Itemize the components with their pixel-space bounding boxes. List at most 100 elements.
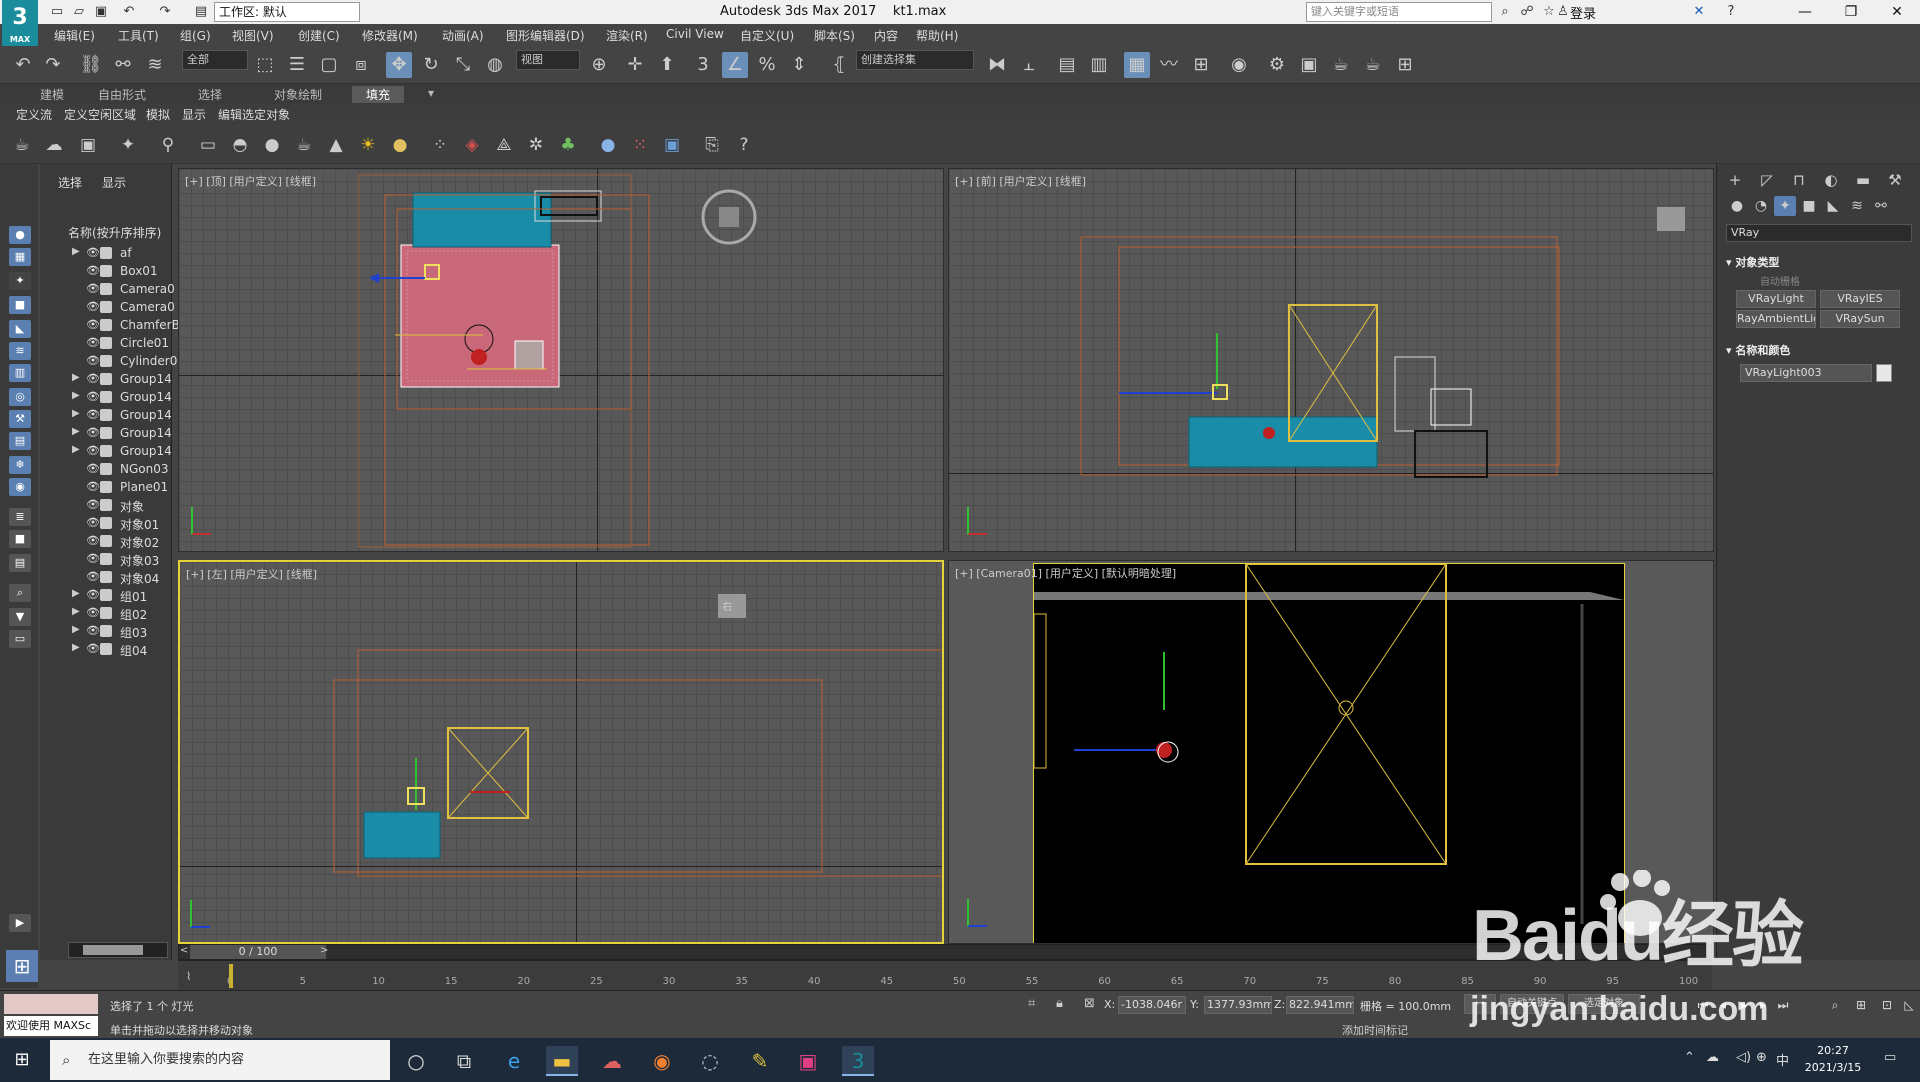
stereo-icon[interactable]: ⟁ <box>492 133 516 157</box>
hierarchy-icon[interactable]: ≣ <box>9 508 31 526</box>
display-containers-icon[interactable]: ▤ <box>9 432 31 450</box>
binoculars-icon[interactable]: ⌕ <box>1496 3 1514 21</box>
question-icon[interactable]: ? <box>732 133 756 157</box>
playhead[interactable] <box>229 964 233 988</box>
taskbar-search-input[interactable]: ⌕ 在这里输入你要搜索的内容 <box>50 1040 390 1080</box>
proxy-icon[interactable]: ◈ <box>460 133 484 157</box>
visibility-eye-icon[interactable]: 👁︎ <box>86 624 100 637</box>
visibility-eye-icon[interactable]: 👁︎ <box>86 282 100 295</box>
ie-icon[interactable]: ◌ <box>694 1046 726 1076</box>
explorer-item[interactable]: 👁︎ Camera0 <box>44 282 175 300</box>
exchange-apps-icon[interactable]: ✕ <box>1690 3 1708 21</box>
viewport-label[interactable]: [+] [Camera01] [用户定义] [默认明暗处理] <box>955 565 1176 581</box>
render-setup-icon[interactable]: ⚙ <box>1264 52 1290 78</box>
workspace-dropdown[interactable]: 工作区: 默认 <box>214 2 360 22</box>
new-file-icon[interactable]: ▭ <box>48 3 66 21</box>
time-slider-prev-icon[interactable]: < <box>180 945 188 956</box>
expand-arrow-icon[interactable]: ▶ <box>72 606 80 617</box>
menu-civil-view[interactable]: Civil View <box>666 27 724 41</box>
menu-customize[interactable]: 自定义(U) <box>740 27 794 44</box>
selection-filter-dropdown[interactable]: 全部 <box>182 50 248 70</box>
explorer-item[interactable]: 👁︎ Cylinder0 <box>44 354 177 372</box>
visibility-eye-icon[interactable]: 👁︎ <box>86 408 100 421</box>
visibility-eye-icon[interactable]: 👁︎ <box>86 642 100 655</box>
explorer-item[interactable]: ▶ 👁︎ 组02 <box>44 606 170 624</box>
explorer-scrollbar[interactable] <box>68 942 168 958</box>
sphere-icon[interactable]: ● <box>388 133 412 157</box>
export-icon[interactable]: ⎘ <box>700 133 724 157</box>
tab-freeform[interactable]: 自由形式 <box>98 86 146 103</box>
display-helpers-icon[interactable]: ◣ <box>9 320 31 338</box>
align-icon[interactable]: ⫠ <box>1016 52 1042 78</box>
systems-icon[interactable]: ⚯ <box>1870 196 1892 216</box>
minimize-icon[interactable]: — <box>1782 0 1828 24</box>
menu-scripting[interactable]: 脚本(S) <box>814 27 855 44</box>
ribbon-options-icon[interactable]: ▾ <box>428 86 434 100</box>
rollout-object-type[interactable]: ▾ 对象类型 <box>1726 254 1779 270</box>
display-cameras-icon[interactable]: ■ <box>9 296 31 314</box>
teapot-icon[interactable]: ☕ <box>10 133 34 157</box>
explorer-item[interactable]: 👁︎ 对象03 <box>44 552 170 570</box>
viewport-layout-icon[interactable]: ⊞ <box>6 950 38 982</box>
visibility-eye-icon[interactable]: 👁︎ <box>86 480 100 493</box>
menu-tools[interactable]: 工具(T) <box>118 27 159 44</box>
visibility-eye-icon[interactable]: 👁︎ <box>86 264 100 277</box>
select-object-icon[interactable]: ⬚ <box>252 52 278 78</box>
search-input[interactable]: 键入关键字或短语 <box>1306 2 1492 22</box>
x-coordinate-field[interactable]: -1038.046r <box>1118 996 1186 1014</box>
menu-animation[interactable]: 动画(A) <box>442 27 484 44</box>
select-manipulate-icon[interactable]: ✛ <box>622 52 648 78</box>
mirror-icon[interactable]: ⧓ <box>984 52 1010 78</box>
tab-populate[interactable]: 填充 <box>352 86 405 103</box>
vraylight-button[interactable]: VRayLight <box>1736 290 1816 308</box>
tray-expand-icon[interactable]: ⌃ <box>1684 1050 1695 1065</box>
cloud-icon[interactable]: ☁ <box>42 133 66 157</box>
object-category-dropdown[interactable]: VRay <box>1726 224 1912 242</box>
notifications-icon[interactable]: ▭ <box>1884 1050 1896 1065</box>
frame-counter[interactable]: 0 / 100 <box>190 945 326 959</box>
unlink-icon[interactable]: ⚯ <box>110 52 136 78</box>
visibility-eye-icon[interactable]: 👁︎ <box>86 444 100 457</box>
file-explorer-icon[interactable]: ▬ <box>546 1046 578 1076</box>
sphere-light-icon[interactable]: ● <box>260 133 284 157</box>
view-cube-label[interactable]: 右 <box>722 598 732 613</box>
explorer-item[interactable]: 👁︎ Circle01 <box>44 336 170 354</box>
fur-icon[interactable]: ⁘ <box>428 133 452 157</box>
snaps-toggle-icon[interactable]: 3 <box>690 52 716 78</box>
explorer-item[interactable]: 👁︎ 对象04 <box>44 570 170 588</box>
display-geometry-icon[interactable]: ▦ <box>9 248 31 266</box>
visibility-eye-icon[interactable]: 👁︎ <box>86 516 100 529</box>
cone-icon[interactable]: ▲ <box>324 133 348 157</box>
explorer-item[interactable]: ▶ 👁︎ af <box>44 246 170 264</box>
link-icon[interactable]: ⛓ <box>78 52 104 78</box>
hierarchy-tab-icon[interactable]: ⊓ <box>1788 170 1810 190</box>
display-groups-icon[interactable]: ▥ <box>9 364 31 382</box>
visibility-eye-icon[interactable]: 👁︎ <box>86 570 100 583</box>
pivot-center-icon[interactable]: ⊕ <box>586 52 612 78</box>
menu-modifiers[interactable]: 修改器(M) <box>362 27 418 44</box>
light-lister-icon[interactable]: ✦ <box>116 133 140 157</box>
visibility-eye-icon[interactable]: 👁︎ <box>86 372 100 385</box>
display-xrefs-icon[interactable]: ◎ <box>9 388 31 406</box>
scrollbar-thumb[interactable] <box>83 945 143 955</box>
tab-object-paint[interactable]: 对象绘制 <box>274 86 322 103</box>
rect-selection-icon[interactable]: ▢ <box>316 52 342 78</box>
explorer-item[interactable]: 👁︎ 对象 <box>44 498 170 516</box>
globe-icon[interactable]: ⊕ <box>1756 1050 1767 1065</box>
3dsmax-taskbar-icon[interactable]: 3 <box>842 1046 874 1076</box>
display-lights-icon[interactable]: ✦ <box>9 272 31 290</box>
absolute-transform-icon[interactable]: ⊠ <box>1084 996 1095 1011</box>
viewport-top[interactable]: [+] [顶] [用户定义] [线框] <box>178 168 944 552</box>
globe-icon[interactable]: ● <box>596 133 620 157</box>
expand-arrow-icon[interactable]: ▶ <box>72 444 80 455</box>
tab-modeling[interactable]: 建模 <box>40 86 64 103</box>
menu-edit[interactable]: 编辑(E) <box>54 27 95 44</box>
field-of-view-icon[interactable]: ◺ <box>1900 996 1918 1014</box>
autogrid-checkbox[interactable]: 自动栅格 <box>1760 273 1800 288</box>
define-idle-areas-button[interactable]: 定义空闲区域 <box>64 106 136 123</box>
ime-indicator[interactable]: 中 <box>1776 1050 1789 1069</box>
shapes-icon[interactable]: ◔ <box>1750 196 1772 216</box>
keyboard-shortcut-icon[interactable]: ⬆ <box>654 52 680 78</box>
firefox-icon[interactable]: ◉ <box>646 1046 678 1076</box>
expand-arrow-icon[interactable]: ▶ <box>72 390 80 401</box>
